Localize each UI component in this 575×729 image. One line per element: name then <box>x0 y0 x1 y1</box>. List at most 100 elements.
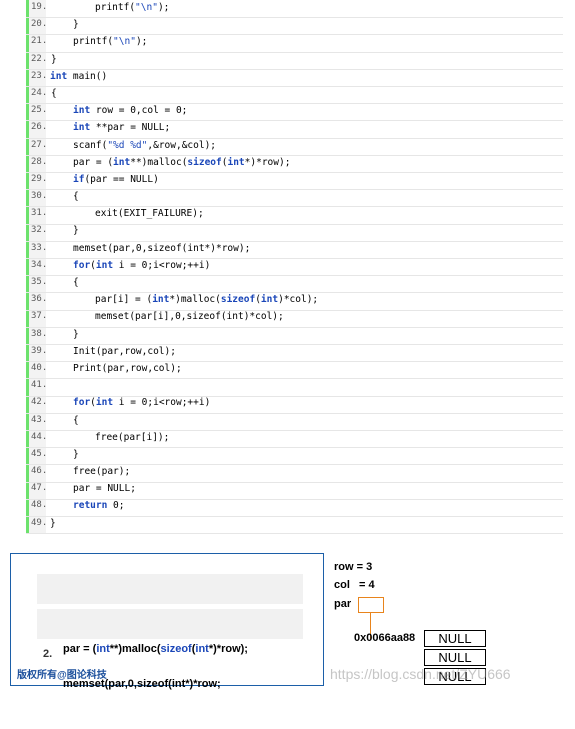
code-text: { <box>73 415 79 426</box>
code-line: 34. for(int i = 0;i<row;++i) <box>0 257 563 275</box>
line-separator <box>26 189 563 191</box>
code-token: printf( <box>95 2 136 13</box>
code-token: 0; <box>107 500 125 512</box>
code-line: 22.} <box>0 51 563 69</box>
step-item: 2. memset(par,0,sizeof(int*)*row; <box>37 609 303 690</box>
code-line: 35. { <box>0 275 563 293</box>
code-line: 47. par = NULL; <box>0 481 563 499</box>
code-token: free(par); <box>73 466 131 478</box>
step-number: 2. <box>43 648 53 660</box>
code-token: ); <box>157 2 170 13</box>
code-token: **)malloc( <box>109 643 161 655</box>
line-separator <box>26 533 563 535</box>
code-line: 31. exit(EXIT_FAILURE); <box>0 206 563 224</box>
line-separator <box>26 498 563 500</box>
line-separator <box>26 206 563 208</box>
code-text: free(par); <box>73 466 130 477</box>
code-line: 44. free(par[i]); <box>0 429 563 447</box>
code-token: row = 0,col = 0; <box>90 105 188 117</box>
code-text: par[i] = (int*)malloc(sizeof(int)*col); <box>95 294 318 305</box>
line-number: 42. <box>31 397 48 408</box>
line-number: 47. <box>31 483 48 494</box>
line-number: 20. <box>31 19 48 30</box>
code-token: } <box>73 448 79 460</box>
line-number: 41. <box>31 380 48 391</box>
line-separator <box>26 464 563 466</box>
line-separator <box>26 17 563 19</box>
code-text: } <box>50 518 56 529</box>
line-number: 43. <box>31 414 48 425</box>
code-line: 42. for(int i = 0;i<row;++i) <box>0 395 563 413</box>
step-panel: 1. par = (int**)malloc(sizeof(int*)*row)… <box>10 553 324 690</box>
code-line: 27. scanf("%d %d",&row,&col); <box>0 137 563 155</box>
line-number: 31. <box>31 208 48 219</box>
code-text: } <box>73 19 79 30</box>
line-number: 33. <box>31 242 48 253</box>
code-line: 28. par = (int**)malloc(sizeof(int*)*row)… <box>0 154 563 172</box>
keyword-token: sizeof <box>187 156 222 168</box>
line-number: 39. <box>31 345 48 356</box>
line-separator <box>26 447 563 449</box>
code-line: 30. { <box>0 189 563 207</box>
code-token: printf( <box>73 36 114 48</box>
line-separator <box>26 378 563 380</box>
code-line: 43. { <box>0 412 563 430</box>
code-token: i = 0;i<row;++i) <box>113 397 211 409</box>
line-separator <box>26 412 563 414</box>
line-number: 29. <box>31 173 48 184</box>
code-token: par = ( <box>73 156 114 168</box>
code-token: i = 0;i<row;++i) <box>113 259 211 271</box>
code-text: printf("\n"); <box>73 36 147 47</box>
code-token: exit(EXIT_FAILURE); <box>95 208 204 220</box>
line-separator <box>26 240 563 242</box>
line-separator <box>26 326 563 328</box>
code-token: scanf( <box>73 139 108 151</box>
code-line: 48. return 0; <box>0 498 563 516</box>
line-separator <box>26 395 563 397</box>
memory-cell: NULL <box>424 649 486 666</box>
keyword-token: int <box>50 70 68 82</box>
code-token: *)*row); <box>208 643 248 655</box>
memory-cell: NULL <box>424 630 486 647</box>
code-text: { <box>73 277 79 288</box>
code-token: { <box>73 414 79 426</box>
line-separator <box>26 51 563 53</box>
line-separator <box>26 361 563 363</box>
code-token: } <box>73 328 79 340</box>
code-line: 29. if(par == NULL) <box>0 171 563 190</box>
line-number: 32. <box>31 225 48 236</box>
keyword-token: int <box>113 156 131 168</box>
keyword-token: sizeof <box>220 294 256 306</box>
code-text: exit(EXIT_FAILURE); <box>95 208 204 219</box>
line-separator <box>26 275 563 277</box>
code-line: 38.} <box>0 326 563 344</box>
line-number: 26. <box>31 122 48 133</box>
par-pointer-box <box>358 597 384 613</box>
code-text: } <box>73 329 79 340</box>
code-text: { <box>73 191 79 202</box>
code-token: { <box>73 277 79 288</box>
line-number: 35. <box>31 277 48 287</box>
keyword-token: int <box>73 122 91 134</box>
code-text: } <box>73 449 79 460</box>
keyword-token: int <box>195 643 209 655</box>
line-separator <box>26 103 563 105</box>
line-number: 44. <box>31 431 48 442</box>
line-number: 36. <box>31 294 48 305</box>
copyright-text: 版权所有@图论科技 <box>17 670 107 681</box>
code-text: if(par == NULL) <box>73 174 159 185</box>
code-text: free(par[i]); <box>95 432 169 443</box>
code-text: for(int i = 0;i<row;++i) <box>73 260 210 271</box>
code-token: **par = NULL; <box>90 122 171 134</box>
code-token: )*col); <box>278 294 319 306</box>
code-line: 36. par[i] = (int*)malloc(sizeof(int)*col… <box>0 292 563 310</box>
line-number: 23. <box>31 70 48 81</box>
code-line: 33. memset(par,0,sizeof(int*)*row); <box>0 240 563 258</box>
code-line: 20.} <box>0 17 563 35</box>
line-separator <box>26 86 563 87</box>
code-token: *)*row); <box>244 156 291 168</box>
line-separator <box>26 137 563 139</box>
line-number: 34. <box>31 259 48 270</box>
line-number: 22. <box>31 53 48 64</box>
line-separator <box>26 120 563 122</box>
